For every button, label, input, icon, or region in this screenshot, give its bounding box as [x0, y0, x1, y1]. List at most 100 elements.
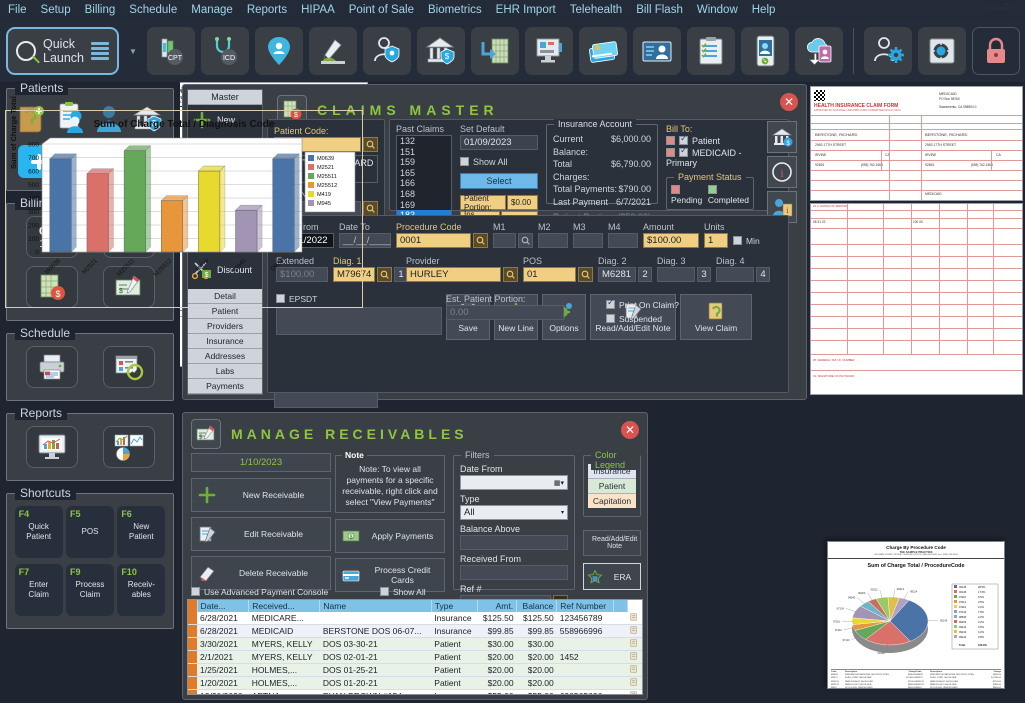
- table-row[interactable]: 1/20/2021 HOLMES,... DOS 01-20-21 Patient $2…: [188, 676, 642, 690]
- table-row[interactable]: 1/25/2021 HOLMES,... DOS 01-25-21 Patient $2…: [188, 663, 642, 677]
- past-claim-item[interactable]: 166: [397, 178, 451, 189]
- past-claim-item[interactable]: 132: [397, 136, 451, 147]
- cms-1500-form-preview[interactable]: HEALTH INSURANCE CLAIM FORM APPROVED BY …: [810, 86, 1023, 201]
- bank-info-button[interactable]: $: [767, 121, 797, 153]
- row-note-icon[interactable]: [627, 612, 642, 625]
- m1-input[interactable]: [493, 233, 516, 248]
- menu-item-telehealth[interactable]: Telehealth: [570, 4, 622, 16]
- report-charts-button[interactable]: [102, 426, 155, 468]
- toolbar-patient-id-card[interactable]: [632, 27, 681, 75]
- set-default-date[interactable]: 01/09/2023: [460, 135, 538, 150]
- print-on-claim-checkbox[interactable]: Print On Claim?: [606, 297, 679, 310]
- toolbar-workstation[interactable]: [524, 27, 573, 75]
- row-note-icon[interactable]: [627, 637, 642, 651]
- show-all-receivables-checkbox[interactable]: Show All: [380, 587, 426, 597]
- menu-item-ehr-import[interactable]: EHR Import: [496, 4, 556, 16]
- billing-number-search-icon[interactable]: [363, 201, 378, 216]
- report-dashboard-button[interactable]: [25, 426, 78, 468]
- row-note-icon[interactable]: [627, 624, 642, 638]
- edit-receivable-button[interactable]: Edit Receivable: [191, 517, 331, 551]
- m1-search-icon[interactable]: [518, 233, 533, 248]
- past-claim-item[interactable]: 165: [397, 168, 451, 179]
- checkbox-checked-icon[interactable]: [679, 133, 688, 145]
- toolbar-labs[interactable]: [308, 27, 357, 75]
- claims-tab-payments[interactable]: Payments: [188, 379, 262, 394]
- menu-item-bill-flash[interactable]: Bill Flash: [636, 4, 683, 16]
- new-receivable-button[interactable]: New Receivable: [191, 478, 331, 512]
- row-note-icon[interactable]: [627, 650, 642, 664]
- past-claim-item[interactable]: 168: [397, 189, 451, 200]
- toolbar-claim-export[interactable]: [470, 27, 519, 75]
- menu-item-setup[interactable]: Setup: [41, 4, 71, 16]
- chevron-down-icon[interactable]: ▼: [129, 47, 137, 56]
- amount-input[interactable]: $100.00: [643, 233, 699, 248]
- claims-tab-addresses[interactable]: Addresses: [188, 349, 262, 364]
- shortcut-f10-receivables[interactable]: F10 Receiv- ables: [117, 564, 166, 616]
- claims-master-close-button[interactable]: ✕: [780, 93, 798, 111]
- shortcut-f5-pos[interactable]: F5 POS: [65, 506, 114, 558]
- row-note-icon[interactable]: [627, 676, 642, 690]
- grid-col-amt[interactable]: Amt.: [477, 600, 518, 612]
- shortcut-f7-enter-claim[interactable]: F7 Enter Claim: [14, 564, 63, 616]
- menu-item-schedule[interactable]: Schedule: [129, 4, 177, 16]
- menu-item-billing[interactable]: Billing: [85, 4, 116, 16]
- toolbar-user-settings[interactable]: [863, 27, 912, 75]
- shortcut-f9-process-claim[interactable]: F9 Process Claim: [65, 564, 114, 616]
- filter-received-from-input[interactable]: [460, 565, 568, 580]
- grid-col-balance[interactable]: Balance: [516, 600, 558, 612]
- claims-tab-providers[interactable]: Providers: [188, 319, 262, 334]
- pos-search-icon[interactable]: [578, 267, 593, 282]
- m3-input[interactable]: [573, 233, 603, 248]
- procedure-code-input[interactable]: 0001: [396, 233, 471, 248]
- toolbar-checklist[interactable]: [686, 27, 735, 75]
- row-note-icon[interactable]: [627, 689, 642, 694]
- patient-code-search-icon[interactable]: [363, 137, 378, 152]
- menu-item-file[interactable]: File: [8, 4, 27, 16]
- checkbox-checked-icon[interactable]: [679, 145, 688, 157]
- advanced-console-checkbox[interactable]: Use Advanced Payment Console: [191, 587, 328, 597]
- menu-item-window[interactable]: Window: [697, 4, 738, 16]
- patient-portion-value[interactable]: $0.00: [507, 195, 538, 210]
- min-checkbox[interactable]: Min: [733, 236, 760, 248]
- receivables-grid-container[interactable]: Date... Received... Name Type Amt. Balan…: [187, 599, 643, 695]
- claims-tab-labs[interactable]: Labs: [188, 364, 262, 379]
- past-claim-item[interactable]: 151: [397, 147, 451, 158]
- menu-item-reports[interactable]: Reports: [247, 4, 287, 16]
- select-claim-button[interactable]: Select: [460, 173, 538, 189]
- past-claims-list[interactable]: 132 151 159 165 166 168 169 183: [396, 135, 452, 220]
- cms-form-lower-preview[interactable]: 24. A. DATE(S) OF SERVICE 08 31 22 100 0…: [810, 203, 1023, 395]
- menu-item-point-of-sale[interactable]: Point of Sale: [349, 4, 414, 16]
- claims-tab-insurance[interactable]: Insurance: [188, 334, 262, 349]
- receivables-close-button[interactable]: ✕: [621, 421, 639, 439]
- suspended-checkbox[interactable]: Suspended: [606, 314, 679, 324]
- receivables-note-button[interactable]: Read/Add/Edit Note: [583, 530, 641, 556]
- shortcut-f4-quick-patient[interactable]: F4 Quick Patient: [14, 506, 63, 558]
- toolbar-lock-screen[interactable]: [971, 27, 1020, 75]
- grid-col-received[interactable]: Received...: [248, 600, 321, 612]
- procedure-search-icon[interactable]: [473, 233, 488, 248]
- toolbar-telehealth-mobile[interactable]: [740, 27, 789, 75]
- row-note-icon[interactable]: [627, 663, 642, 677]
- claim-info-button[interactable]: i: [767, 156, 797, 188]
- grid-col-type[interactable]: Type: [431, 600, 478, 612]
- shortcut-f6-new-patient[interactable]: F6 New Patient: [117, 506, 166, 558]
- filter-date-from-input[interactable]: ▦▾: [460, 475, 568, 490]
- line-provider-search-icon[interactable]: [503, 267, 518, 282]
- table-row[interactable]: 12/30/2020AETNARYAN BROWN #154Insurance$…: [188, 689, 642, 694]
- quick-launch-button[interactable]: Quick Launch: [6, 27, 119, 75]
- toolbar-cloud-sync[interactable]: [794, 27, 843, 75]
- past-claim-item[interactable]: 159: [397, 157, 451, 168]
- toolbar-secure-vault[interactable]: [917, 27, 966, 75]
- table-row[interactable]: 6/28/2021 MEDICAID BERSTONE DOS 06-07... In…: [188, 624, 642, 638]
- m2-input[interactable]: [538, 233, 568, 248]
- charge-by-procedure-report[interactable]: Charge By Procedure Code THE SAMPLE PRAC…: [827, 541, 1005, 689]
- diag3-input[interactable]: [657, 267, 695, 282]
- grid-col-name[interactable]: Name: [319, 600, 432, 612]
- toolbar-cpt-codes[interactable]: CPT: [146, 27, 195, 75]
- menu-item-manage[interactable]: Manage: [191, 4, 233, 16]
- claims-master-tab-header[interactable]: Master: [188, 90, 262, 105]
- toolbar-bank-deposit[interactable]: $: [416, 27, 465, 75]
- diag1-search-icon[interactable]: [377, 267, 393, 282]
- table-row[interactable]: 6/28/2021 MEDICARE... Insurance $125.50 $125…: [188, 612, 642, 625]
- diag4-input[interactable]: [716, 267, 754, 282]
